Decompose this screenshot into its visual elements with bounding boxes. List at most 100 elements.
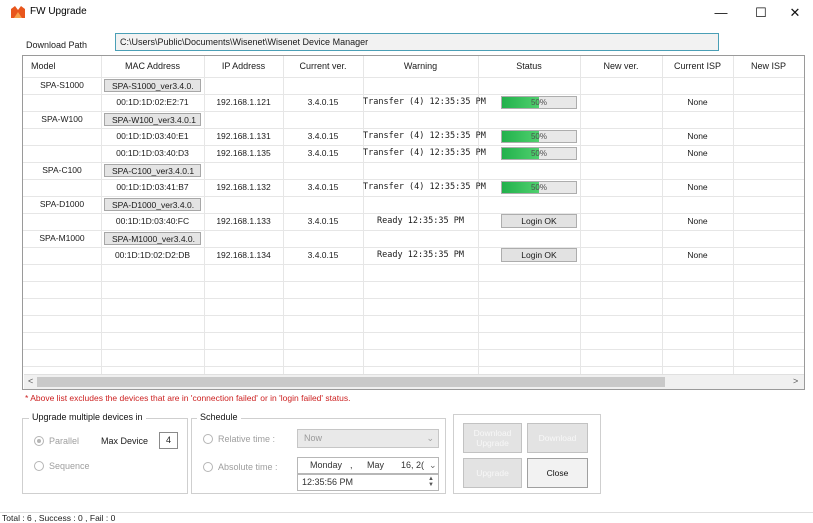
max-device-input[interactable]: 4 xyxy=(159,432,178,449)
current-isp-cell: None xyxy=(687,148,708,158)
download-path-label: Download Path xyxy=(26,40,88,50)
column-header-status[interactable]: Status xyxy=(478,56,580,77)
row-divider xyxy=(23,315,804,316)
current-isp-cell: None xyxy=(687,97,708,107)
warning-cell: Transfer (4) 12:35:35 PM xyxy=(363,148,486,158)
parallel-label: Parallel xyxy=(49,436,80,446)
exclusion-note: * Above list excludes the devices that a… xyxy=(25,393,351,403)
schedule-group: Schedule Relative time : Now ⌄ Absolute … xyxy=(191,412,446,494)
download-button[interactable]: Download xyxy=(527,423,588,453)
sequence-label: Sequence xyxy=(49,461,90,471)
progress-text: 50% xyxy=(530,149,547,158)
chevron-down-icon: ⌄ xyxy=(426,433,434,443)
current-version-cell: 3.4.0.15 xyxy=(307,216,339,226)
mac-address-cell: 00:1D:1D:02:D2:DB xyxy=(114,250,191,260)
firmware-version-tag[interactable]: SPA-M1000_ver3.4.0. xyxy=(104,232,201,245)
relative-time-label: Relative time : xyxy=(218,434,276,444)
upgrade-button[interactable]: Upgrade xyxy=(463,458,522,488)
window-title: FW Upgrade xyxy=(30,6,87,17)
row-divider xyxy=(23,281,804,282)
column-header-ip-address[interactable]: IP Address xyxy=(204,56,283,77)
column-header-current-ver[interactable]: Current ver. xyxy=(283,56,363,77)
horizontal-scrollbar[interactable]: < > xyxy=(24,374,804,389)
firmware-version-tag[interactable]: SPA-S1000_ver3.4.0. xyxy=(104,79,201,92)
absolute-time-label: Absolute time : xyxy=(218,462,278,472)
column-header-new-ver[interactable]: New ver. xyxy=(580,56,662,77)
date-weekday: Monday xyxy=(310,460,343,470)
title-bar: FW Upgrade — ☐ ✕ xyxy=(0,0,813,25)
status-bar: Total : 6 , Success : 0 , Fail : 0 xyxy=(0,512,813,523)
firmware-version-tag[interactable]: SPA-C100_ver3.4.0.1 xyxy=(104,164,201,177)
status-progress-bar: 50% xyxy=(501,96,577,109)
sequence-radio[interactable] xyxy=(34,461,44,471)
status-progress-bar: 50% xyxy=(501,147,577,160)
absolute-time-radio[interactable] xyxy=(203,462,213,472)
upgrade-multiple-title: Upgrade multiple devices in xyxy=(29,412,146,422)
app-logo-icon xyxy=(11,6,25,18)
column-header-mac-address[interactable]: MAC Address xyxy=(101,56,204,77)
mac-address-cell: 00:1D:1D:03:40:FC xyxy=(115,216,190,226)
ip-address-cell: 192.168.1.132 xyxy=(216,182,271,192)
close-button[interactable]: Close xyxy=(527,458,588,488)
progress-text: 50% xyxy=(530,132,547,141)
schedule-title: Schedule xyxy=(197,412,241,422)
current-isp-cell: None xyxy=(687,250,708,260)
mac-address-cell: 00:1D:1D:03:40:E1 xyxy=(116,131,189,141)
column-divider xyxy=(580,56,581,374)
scroll-left-icon[interactable]: < xyxy=(28,376,33,386)
relative-time-value: Now xyxy=(304,433,323,443)
date-day: 16, 2( xyxy=(401,460,425,470)
current-version-cell: 3.4.0.15 xyxy=(307,148,339,158)
progress-text: 50% xyxy=(530,183,547,192)
time-value: 12:35:56 PM xyxy=(302,477,354,487)
column-header-current-isp[interactable]: Current ISP xyxy=(662,56,733,77)
device-table: < > Model MAC Address IP Address Current ve… xyxy=(22,55,805,390)
relative-time-radio[interactable] xyxy=(203,434,213,444)
scrollbar-thumb[interactable] xyxy=(37,377,665,387)
group-model-name: SPA-M1000 xyxy=(39,233,85,243)
max-device-label: Max Device xyxy=(101,436,149,446)
status-progress-bar: 50% xyxy=(501,130,577,143)
ip-address-cell: 192.168.1.133 xyxy=(216,216,271,226)
ip-address-cell: 192.168.1.121 xyxy=(216,97,271,107)
mac-address-cell: 00:1D:1D:03:40:D3 xyxy=(116,148,189,158)
absolute-date-picker[interactable]: Monday , May 16, 2( ⌄ xyxy=(297,457,439,474)
column-header-warning[interactable]: Warning xyxy=(363,56,478,77)
current-version-cell: 3.4.0.15 xyxy=(307,131,339,141)
current-isp-cell: None xyxy=(687,131,708,141)
group-model-name: SPA-C100 xyxy=(42,165,82,175)
warning-cell: Transfer (4) 12:35:35 PM xyxy=(363,97,486,107)
column-header-new-isp[interactable]: New ISP xyxy=(733,56,804,77)
row-divider xyxy=(23,349,804,350)
spin-updown-icon[interactable]: ▲ ▼ xyxy=(428,476,434,488)
login-status-button[interactable]: Login OK xyxy=(501,214,577,228)
login-status-button[interactable]: Login OK xyxy=(501,248,577,262)
current-version-cell: 3.4.0.15 xyxy=(307,250,339,260)
download-upgrade-button[interactable]: Download Upgrade xyxy=(463,423,522,453)
mac-address-cell: 00:1D:1D:03:41:B7 xyxy=(116,182,189,192)
mac-address-cell: 00:1D:1D:02:E2:71 xyxy=(116,97,189,107)
scroll-right-icon[interactable]: > xyxy=(793,376,798,386)
firmware-version-tag[interactable]: SPA-D1000_ver3.4.0. xyxy=(104,198,201,211)
absolute-time-picker[interactable]: 12:35:56 PM ▲ ▼ xyxy=(297,474,439,491)
minimize-button[interactable]: — xyxy=(701,0,741,25)
row-divider xyxy=(23,162,804,163)
relative-time-select[interactable]: Now ⌄ xyxy=(297,429,439,448)
column-divider xyxy=(733,56,734,374)
chevron-down-icon: ⌄ xyxy=(429,460,437,470)
warning-cell: Transfer (4) 12:35:35 PM xyxy=(363,182,486,192)
row-divider xyxy=(23,264,804,265)
parallel-radio[interactable] xyxy=(34,436,44,446)
date-month: May xyxy=(367,460,385,470)
close-window-button[interactable]: ✕ xyxy=(775,0,813,25)
download-path-field[interactable]: C:\Users\Public\Documents\Wisenet\Wisene… xyxy=(115,33,719,51)
current-isp-cell: None xyxy=(687,182,708,192)
row-divider xyxy=(23,77,804,78)
warning-cell: Ready 12:35:35 PM xyxy=(377,216,464,226)
date-separator: , xyxy=(350,460,353,470)
firmware-version-tag[interactable]: SPA-W100_ver3.4.0.1 xyxy=(104,113,201,126)
ip-address-cell: 192.168.1.135 xyxy=(216,148,271,158)
status-progress-bar: 50% xyxy=(501,181,577,194)
column-header-model[interactable]: Model xyxy=(23,56,101,77)
ip-address-cell: 192.168.1.134 xyxy=(216,250,271,260)
